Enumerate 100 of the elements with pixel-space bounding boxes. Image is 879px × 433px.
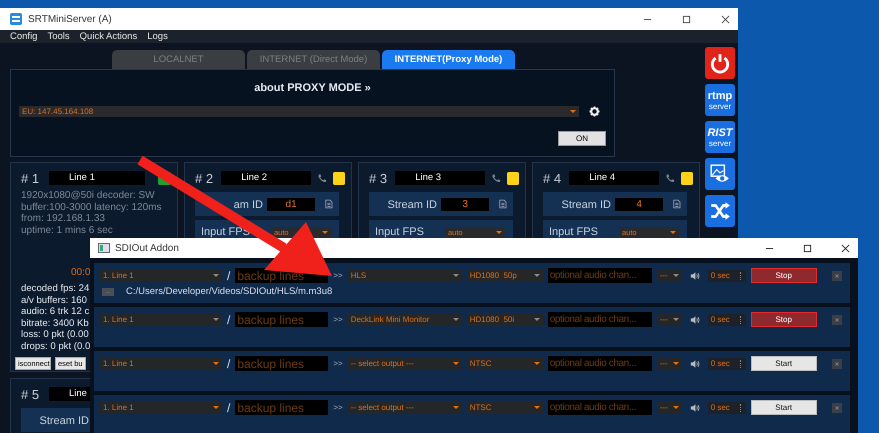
stream-stat: decoded fps: 24 [21, 283, 90, 295]
app-icon [98, 242, 110, 254]
close-icon[interactable] [721, 14, 730, 24]
delay-spinner[interactable]: 0 sec [708, 314, 746, 326]
phone-icon[interactable] [664, 172, 676, 184]
speaker-icon [690, 314, 700, 324]
phone-icon[interactable] [490, 172, 502, 184]
shuffle-button[interactable] [705, 195, 735, 227]
separator: >> [333, 359, 343, 368]
proxy-toggle-button[interactable]: ON [558, 131, 606, 146]
field-label: Stream ID [387, 199, 437, 211]
phone-icon[interactable] [316, 172, 328, 184]
delay-spinner[interactable]: 0 sec [708, 270, 746, 282]
format-dropdown[interactable]: HD1080 50p [466, 270, 543, 282]
audio-channels-field[interactable]: optional audio chan... [548, 400, 652, 415]
proxy-mode-link[interactable]: about PROXY MODE » [254, 82, 371, 94]
backup-lines-field[interactable]: backup lines [235, 400, 328, 415]
document-icon[interactable] [325, 198, 333, 210]
backup-lines-field[interactable]: backup lines [235, 356, 328, 371]
document-icon[interactable] [673, 198, 681, 210]
stream-id-field[interactable]: d1 [267, 198, 316, 210]
server-dropdown[interactable]: EU: 147.45.164.108 [19, 106, 579, 117]
speaker-icon [690, 270, 700, 280]
maximize-icon[interactable] [682, 14, 691, 24]
output-dropdown[interactable]: -- select output --- [348, 402, 462, 414]
field-label: am ID [234, 199, 263, 211]
field-label: Stream ID [39, 415, 89, 427]
stream-stat: drops: 0 pkt (0.0 [21, 340, 90, 353]
delay-spinner[interactable]: 0 sec [708, 402, 746, 414]
line-number: # 1 [21, 170, 40, 186]
connection-info: from: 192.168.1.33 [21, 213, 106, 224]
audio-channels-field[interactable]: optional audio chan... [548, 356, 652, 371]
source-dropdown[interactable]: 1. Line 1 [100, 270, 222, 282]
line-name-field[interactable]: Line 1 [49, 171, 145, 185]
format-dropdown[interactable]: NTSC [466, 402, 543, 414]
remove-icon[interactable] [832, 314, 842, 324]
line-name-field[interactable]: Line 3 [395, 171, 485, 185]
window-title: SDIOut Addon [115, 242, 179, 254]
start-stop-button[interactable]: Start [750, 400, 817, 415]
document-icon[interactable] [499, 198, 507, 210]
source-dropdown[interactable]: 1. Line 1 [100, 358, 222, 370]
connection-info: buffer:100-3000 latency: 120ms [21, 202, 162, 213]
separator: / [227, 312, 230, 326]
stream-stat: loss: 0 pkt (0.00 [21, 329, 89, 341]
remove-icon[interactable] [832, 402, 842, 412]
stream-id-field[interactable]: 4 [615, 198, 664, 210]
format-dropdown[interactable]: HD1080 50i [466, 314, 543, 326]
delay-spinner[interactable]: 0 sec [708, 358, 746, 370]
channels-dropdown[interactable]: --- [656, 402, 682, 414]
stream-id-field[interactable]: 3 [441, 198, 490, 210]
remove-icon[interactable] [832, 270, 842, 280]
tab[interactable]: INTERNET (Direct Mode) [247, 50, 380, 69]
menu-item[interactable]: Tools [47, 31, 70, 42]
separator: / [227, 268, 230, 282]
output-path: C:/Users/Developer/Videos/SDIOut/HLS/m.m3u8 [126, 286, 332, 297]
channels-dropdown[interactable]: --- [656, 358, 682, 370]
start-stop-button[interactable]: Stop [750, 268, 817, 283]
stream-stat: bitrate: 3400 Kb [21, 318, 89, 330]
channels-dropdown[interactable]: --- [656, 270, 682, 282]
line-name-field[interactable]: Line 4 [569, 171, 659, 185]
output-dropdown[interactable]: -- select output --- [348, 358, 462, 370]
server-button[interactable]: rtmp server [705, 84, 735, 116]
maximize-icon[interactable] [803, 244, 812, 252]
field-label: Stream ID [561, 199, 611, 211]
audio-channels-field[interactable]: optional audio chan... [548, 268, 652, 283]
tab[interactable]: INTERNET(Proxy Mode) [382, 50, 515, 69]
separator: >> [333, 315, 343, 324]
speaker-icon [690, 358, 700, 368]
start-stop-button[interactable]: Start [750, 356, 817, 371]
menu-item[interactable]: Logs [147, 31, 168, 42]
backup-lines-field[interactable]: backup lines [235, 312, 328, 327]
source-dropdown[interactable]: 1. Line 1 [100, 314, 222, 326]
tab[interactable]: LOCALNET [112, 50, 245, 69]
start-stop-button[interactable]: Stop [750, 312, 817, 327]
separator: / [227, 356, 230, 370]
menu-item[interactable]: Config [10, 31, 38, 42]
remove-icon[interactable] [832, 358, 842, 368]
line-name-field[interactable]: Line 2 [221, 171, 311, 185]
output-dropdown[interactable]: DeckLink Mini Monitor [348, 314, 462, 326]
window-title: SRTMiniServer (A) [28, 14, 112, 24]
speaker-icon [690, 402, 700, 412]
menu-item[interactable]: Quick Actions [80, 31, 138, 42]
stream-stat: audio: 6 trk 12 c [21, 306, 90, 318]
server-button[interactable]: RIST server [705, 121, 735, 153]
power-button[interactable] [705, 47, 735, 79]
format-dropdown[interactable]: NTSC [466, 358, 543, 370]
preview-button[interactable] [705, 158, 735, 190]
output-dropdown[interactable]: HLS [348, 270, 462, 282]
line-number: # 4 [543, 170, 562, 186]
settings-icon[interactable] [589, 106, 600, 117]
channels-dropdown[interactable]: --- [656, 314, 682, 326]
separator: >> [333, 271, 343, 280]
shuffle-icon [709, 200, 731, 222]
source-dropdown[interactable]: 1. Line 1 [100, 402, 222, 414]
timer: 00:0 [71, 267, 90, 278]
line-number: # 2 [195, 170, 214, 186]
audio-channels-field[interactable]: optional audio chan... [548, 312, 652, 327]
separator: / [227, 400, 230, 414]
power-icon [709, 52, 731, 74]
close-icon[interactable] [841, 244, 850, 252]
